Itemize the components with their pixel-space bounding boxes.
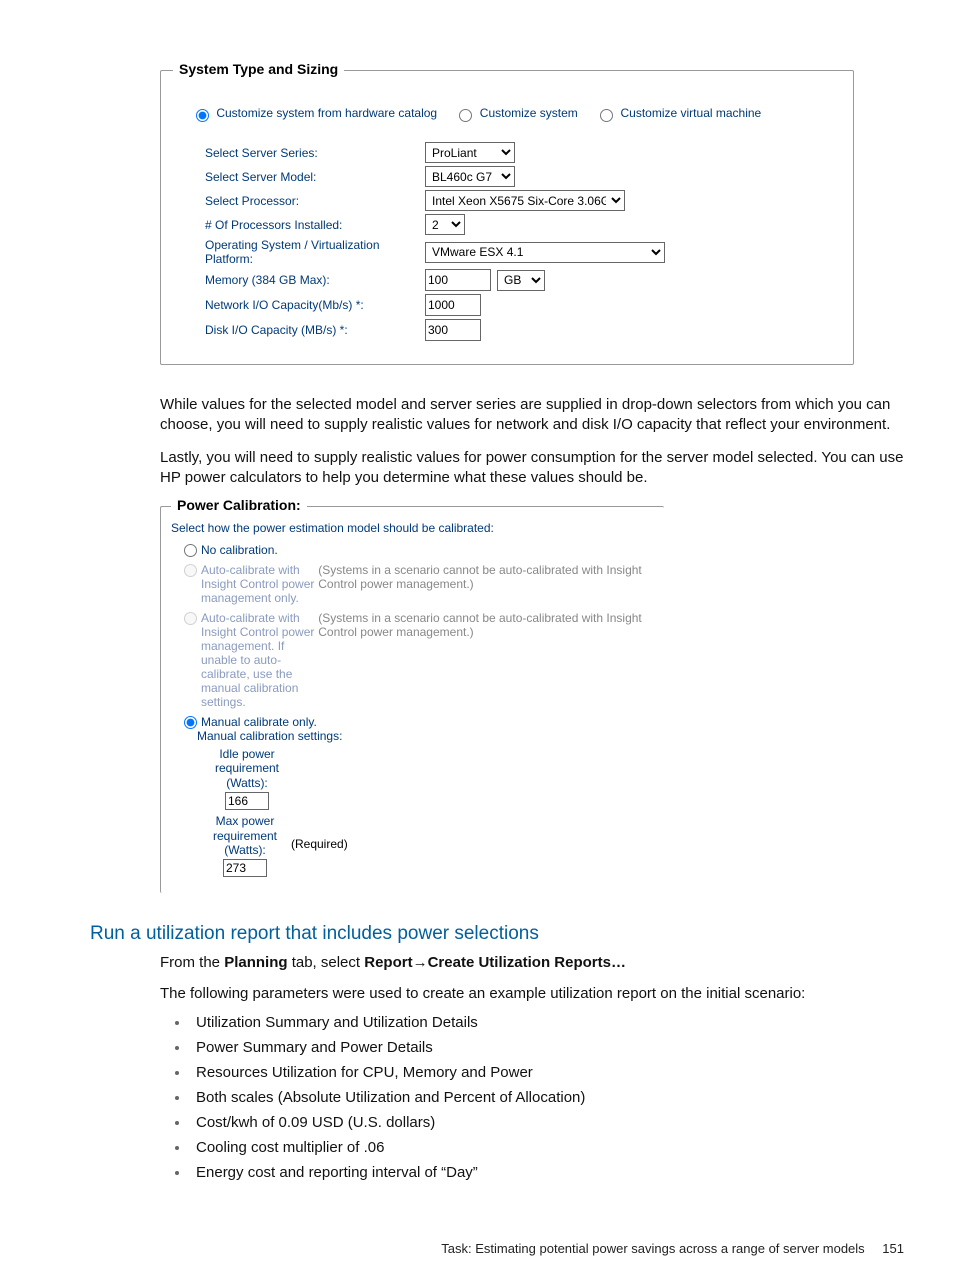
list-item: Power Summary and Power Details — [190, 1039, 924, 1056]
memory-input[interactable] — [425, 269, 491, 291]
power-calibration-panel: Power Calibration: Select how the power … — [160, 506, 664, 893]
list-item: Utilization Summary and Utilization Deta… — [190, 1014, 924, 1031]
radio-customize-catalog-input[interactable] — [196, 109, 209, 122]
power-top-label: Select how the power estimation model sh… — [171, 521, 654, 535]
os-select[interactable]: VMware ESX 4.1 — [425, 242, 665, 263]
radio-auto-calibrate-fallback-input — [184, 612, 197, 625]
system-form: Select Server Series: ProLiant Select Se… — [205, 142, 833, 341]
processor-label: Select Processor: — [205, 194, 425, 208]
radio-auto-calibrate-only-label: Auto-calibrate with Insight Control powe… — [201, 563, 318, 605]
radio-customize-system[interactable]: Customize system — [454, 106, 581, 120]
prose-paragraph-1: While values for the selected model and … — [90, 395, 924, 436]
server-model-label: Select Server Model: — [205, 170, 425, 184]
net-io-label: Network I/O Capacity(Mb/s) *: — [205, 298, 425, 312]
radio-no-calibration[interactable]: No calibration. — [179, 543, 379, 557]
section-heading: Run a utilization report that includes p… — [90, 923, 924, 945]
list-item: Resources Utilization for CPU, Memory an… — [190, 1064, 924, 1081]
footer-task: Task: Estimating potential power savings… — [441, 1241, 864, 1256]
memory-unit-select[interactable]: GB — [497, 270, 545, 291]
footer-page-number: 151 — [882, 1241, 904, 1256]
radio-customize-system-label: Customize system — [480, 106, 578, 120]
radio-auto-calibrate-only-input — [184, 564, 197, 577]
list-item: Cooling cost multiplier of .06 — [190, 1139, 924, 1156]
processor-select[interactable]: Intel Xeon X5675 Six-Core 3.06GHz — [425, 190, 625, 211]
report-instruction: From the Planning tab, select Report→Cre… — [160, 953, 924, 973]
system-type-sizing-panel: System Type and Sizing Customize system … — [160, 70, 854, 365]
proc-count-select[interactable]: 2 — [425, 214, 465, 235]
max-power-block: Max power requirement (Watts): — [205, 814, 285, 877]
system-panel-legend: System Type and Sizing — [173, 61, 344, 77]
list-item: Energy cost and reporting interval of “D… — [190, 1164, 924, 1181]
radio-customize-vm-label: Customize virtual machine — [621, 106, 762, 120]
max-power-input[interactable] — [223, 859, 267, 877]
report-body: From the Planning tab, select Report→Cre… — [160, 953, 924, 1181]
list-item: Both scales (Absolute Utilization and Pe… — [190, 1089, 924, 1106]
max-power-required: (Required) — [291, 837, 348, 851]
radio-no-calibration-label: No calibration. — [201, 543, 278, 557]
idle-power-input[interactable] — [225, 792, 269, 810]
server-series-label: Select Server Series: — [205, 146, 425, 160]
radio-no-calibration-input[interactable] — [184, 544, 197, 557]
auto-calibrate-note-1: (Systems in a scenario cannot be auto-ca… — [318, 563, 654, 591]
system-customize-mode: Customize system from hardware catalog C… — [191, 106, 833, 122]
radio-customize-system-input[interactable] — [459, 109, 472, 122]
auto-calibrate-note-2: (Systems in a scenario cannot be auto-ca… — [318, 611, 654, 639]
proc-count-label: # Of Processors Installed: — [205, 218, 425, 232]
power-panel-legend: Power Calibration: — [171, 497, 307, 513]
server-series-select[interactable]: ProLiant — [425, 142, 515, 163]
radio-customize-vm-input[interactable] — [600, 109, 613, 122]
radio-auto-calibrate-fallback-label: Auto-calibrate with Insight Control powe… — [201, 611, 318, 709]
prose-paragraph-2: Lastly, you will need to supply realisti… — [90, 448, 924, 489]
net-io-input[interactable] — [425, 294, 481, 316]
radio-manual-calibrate-label: Manual calibrate only. — [201, 715, 317, 729]
radio-customize-vm[interactable]: Customize virtual machine — [595, 106, 761, 120]
radio-customize-catalog[interactable]: Customize system from hardware catalog — [191, 106, 440, 120]
report-params-list: Utilization Summary and Utilization Deta… — [160, 1014, 924, 1181]
radio-auto-calibrate-fallback: Auto-calibrate with Insight Control powe… — [179, 611, 318, 709]
radio-manual-calibrate[interactable]: Manual calibrate only. — [179, 715, 379, 729]
disk-io-label: Disk I/O Capacity (MB/s) *: — [205, 323, 425, 337]
idle-power-block: Idle power requirement (Watts): — [207, 747, 287, 810]
list-item: Cost/kwh of 0.09 USD (U.S. dollars) — [190, 1114, 924, 1131]
page-footer: Task: Estimating potential power savings… — [90, 1241, 924, 1256]
disk-io-input[interactable] — [425, 319, 481, 341]
memory-label: Memory (384 GB Max): — [205, 273, 425, 287]
radio-customize-catalog-label: Customize system from hardware catalog — [216, 106, 437, 120]
radio-manual-calibrate-input[interactable] — [184, 716, 197, 729]
server-model-select[interactable]: BL460c G7 — [425, 166, 515, 187]
radio-auto-calibrate-only: Auto-calibrate with Insight Control powe… — [179, 563, 318, 605]
report-params-intro: The following parameters were used to cr… — [160, 984, 924, 1004]
os-label: Operating System / Virtualization Platfo… — [205, 238, 425, 266]
manual-calibration-settings-label: Manual calibration settings: — [197, 729, 379, 743]
idle-power-caption: Idle power requirement (Watts): — [207, 747, 287, 790]
max-power-caption: Max power requirement (Watts): — [205, 814, 285, 857]
